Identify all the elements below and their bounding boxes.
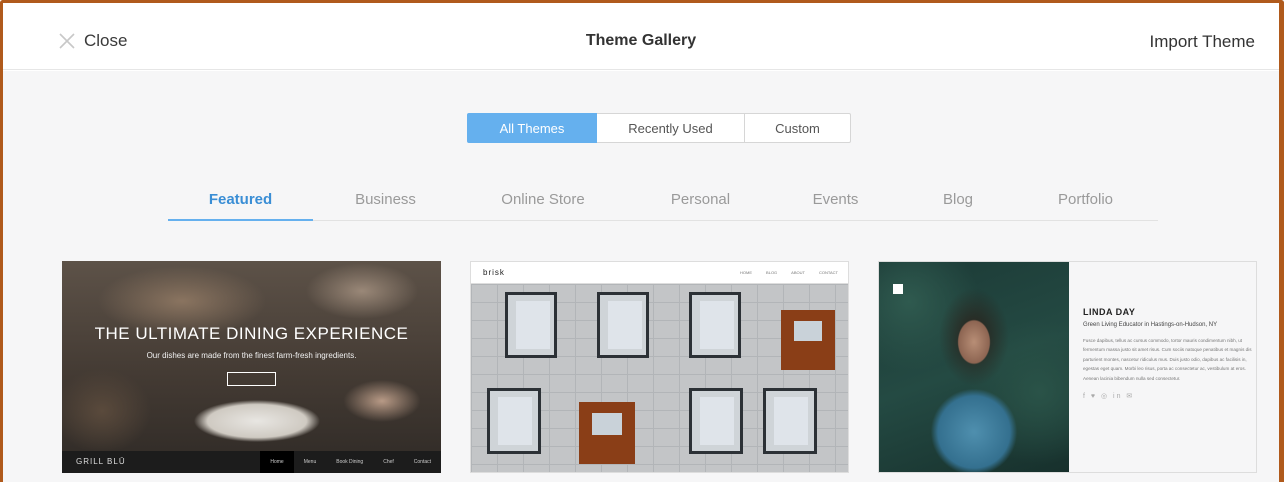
preview-nav-item: Menu (303, 459, 317, 465)
category-online-store[interactable]: Online Store (458, 191, 628, 208)
category-events[interactable]: Events (768, 191, 903, 208)
preview-person-name: LINDA DAY (1083, 307, 1136, 317)
category-blog[interactable]: Blog (893, 191, 1023, 208)
theme-card-brisk[interactable]: brisk HOME BLOG ABOUT CONTACT (470, 261, 849, 473)
window-graphic (763, 388, 817, 454)
category-portfolio[interactable]: Portfolio (1018, 191, 1153, 208)
theme-filter-tabs: All Themes Recently Used Custom (467, 113, 851, 143)
social-icons: f ♥ ◎ in ✉ (1083, 393, 1135, 401)
portrait-photo (879, 262, 1069, 472)
preview-nav-item: Home (260, 451, 294, 473)
category-featured[interactable]: Featured (168, 191, 313, 208)
category-tabs: Featured Business Online Store Personal … (168, 181, 1158, 221)
theme-gallery-window: Close Theme Gallery Import Theme All The… (0, 0, 1284, 482)
preview-nav-item: ABOUT (791, 270, 805, 275)
building-facade-photo (471, 284, 848, 472)
preview-nav-item: HOME (740, 270, 753, 275)
window-graphic (579, 402, 635, 464)
preview-nav-item: CONTACT (818, 270, 838, 275)
preview-nav-item: Contact (413, 459, 431, 465)
header-bar: Close Theme Gallery Import Theme (3, 3, 1279, 70)
window-graphic (487, 388, 541, 454)
window-graphic (689, 388, 743, 454)
gallery-content: All Themes Recently Used Custom Featured… (3, 71, 1279, 482)
import-theme-button[interactable]: Import Theme (1149, 32, 1255, 52)
preview-brand: GRILL BLŪ (76, 457, 126, 466)
theme-card-grill-blu[interactable]: THE ULTIMATE DINING EXPERIENCE Our dishe… (62, 261, 441, 473)
tab-all-themes[interactable]: All Themes (467, 113, 597, 143)
window-graphic (597, 292, 649, 358)
window-graphic (689, 292, 741, 358)
preview-cta-button (227, 372, 276, 386)
preview-nav: Home Menu Book Dining Chef Contact (260, 451, 441, 473)
theme-subline: Our dishes are made from the finest farm… (146, 351, 357, 360)
active-category-indicator (168, 219, 313, 221)
preview-bio: LINDA DAY Green Living Educator in Hasti… (1083, 307, 1253, 400)
category-personal[interactable]: Personal (628, 191, 773, 208)
preview-nav: HOME BLOG ABOUT CONTACT (740, 270, 838, 275)
theme-headline: THE ULTIMATE DINING EXPERIENCE (94, 324, 409, 343)
window-graphic (781, 310, 835, 370)
category-business[interactable]: Business (313, 191, 458, 208)
preview-nav-item: Book Dining (336, 459, 364, 465)
preview-body-text: Fusce dapibus, tellus ac cursus commodo,… (1083, 338, 1252, 381)
page-title: Theme Gallery (585, 32, 697, 49)
dining-photo (62, 261, 441, 473)
preview-header-bar: brisk HOME BLOG ABOUT CONTACT (471, 262, 848, 284)
theme-card-linda-day[interactable]: LINDA DAY Green Living Educator in Hasti… (878, 261, 1257, 473)
tab-recently-used[interactable]: Recently Used (597, 113, 745, 143)
preview-nav-item: Chef (383, 459, 394, 465)
preview-tagline: Green Living Educator in Hastings-on-Hud… (1083, 322, 1218, 328)
preview-footer-bar: GRILL BLŪ Home Menu Book Dining Chef Con… (62, 451, 441, 473)
window-graphic (505, 292, 557, 358)
preview-brand: brisk (483, 268, 505, 277)
preview-nav-item: BLOG (766, 270, 778, 275)
tab-custom[interactable]: Custom (745, 113, 851, 143)
menu-icon (893, 284, 903, 294)
